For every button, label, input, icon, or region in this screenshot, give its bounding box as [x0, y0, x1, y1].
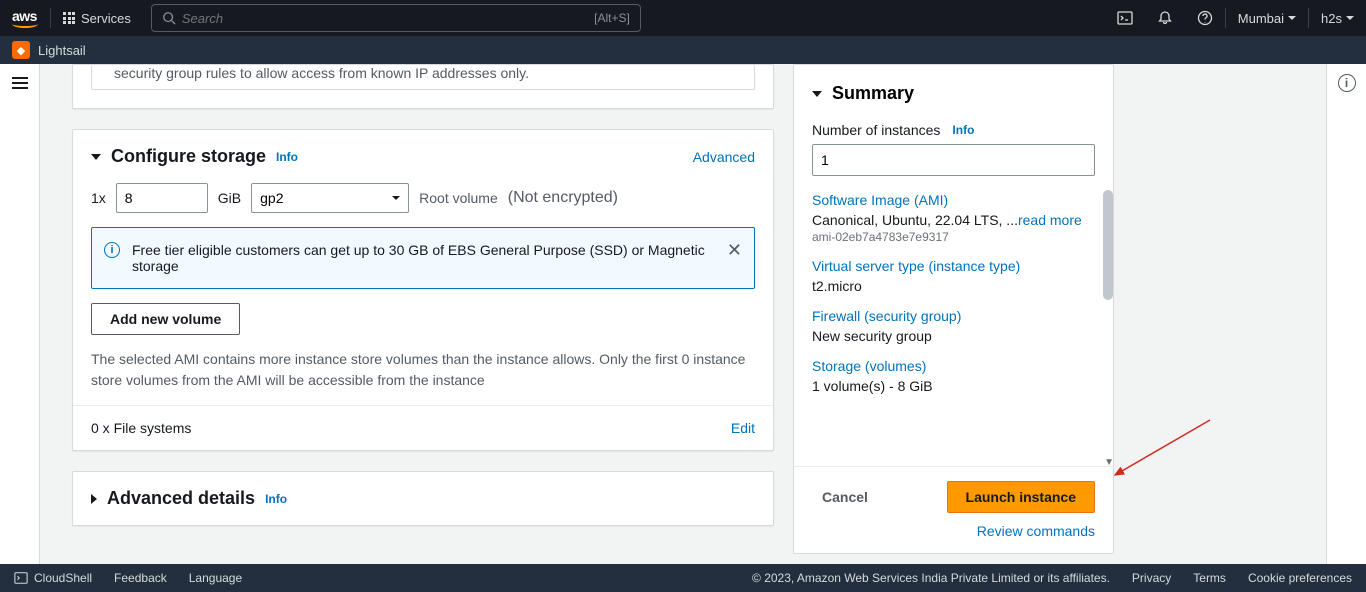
storage-value: 1 volume(s) - 8 GiB [812, 378, 1095, 394]
configure-storage-title: Configure storage [111, 146, 266, 167]
search-bar[interactable]: [Alt+S] [151, 4, 641, 32]
hamburger-icon[interactable] [12, 74, 28, 92]
right-rail: i [1326, 64, 1366, 564]
advanced-link[interactable]: Advanced [693, 149, 755, 165]
cloudshell-link[interactable]: CloudShell [14, 571, 92, 585]
firewall-value: New security group [812, 328, 1095, 344]
security-panel-truncated: security group rules to allow access fro… [72, 64, 774, 109]
help-icon[interactable] [1185, 0, 1225, 36]
free-tier-text: Free tier eligible customers can get up … [132, 242, 705, 274]
read-more-link[interactable]: read more [1018, 212, 1082, 228]
footer: CloudShell Feedback Language © 2023, Ama… [0, 564, 1366, 592]
summary-title: Summary [832, 83, 914, 104]
instance-type-link[interactable]: Virtual server type (instance type) [812, 258, 1095, 274]
add-volume-button[interactable]: Add new volume [91, 303, 240, 335]
language-link[interactable]: Language [189, 571, 242, 585]
feedback-link[interactable]: Feedback [114, 571, 167, 585]
copyright: © 2023, Amazon Web Services India Privat… [752, 571, 1110, 585]
unit-label: GiB [218, 190, 241, 206]
num-instances-label: Number of instances [812, 122, 940, 138]
top-nav: aws Services [Alt+S] Mumbai h2s [0, 0, 1366, 36]
cloudshell-icon[interactable] [1105, 0, 1145, 36]
lightsail-link[interactable]: Lightsail [38, 43, 86, 58]
scrollbar-thumb[interactable] [1103, 190, 1113, 300]
info-link[interactable]: Info [276, 150, 298, 164]
cookies-link[interactable]: Cookie preferences [1248, 571, 1352, 585]
left-rail [0, 64, 40, 564]
advanced-details-panel: Advanced details Info [72, 471, 774, 526]
encrypted-label: (Not encrypted) [508, 189, 618, 207]
filesystems-label: 0 x File systems [91, 420, 191, 436]
scroll-down-icon[interactable]: ▼ [1104, 457, 1113, 466]
caret-down-icon [1288, 16, 1296, 20]
aws-logo[interactable]: aws [0, 8, 50, 28]
ami-id: ami-02eb7a4783e7e9317 [812, 230, 1095, 244]
main-content: security group rules to allow access fro… [40, 64, 1326, 564]
storage-link[interactable]: Storage (volumes) [812, 358, 1095, 374]
instance-type-value: t2.micro [812, 278, 1095, 294]
info-icon: i [104, 242, 120, 258]
advanced-details-title: Advanced details [107, 488, 255, 509]
edit-filesystems-link[interactable]: Edit [731, 420, 755, 436]
free-tier-alert: i Free tier eligible customers can get u… [91, 227, 755, 289]
info-link[interactable]: Info [265, 492, 287, 506]
terms-link[interactable]: Terms [1193, 571, 1226, 585]
info-icon[interactable]: i [1338, 74, 1356, 92]
num-instances-input[interactable] [812, 144, 1095, 176]
search-shortcut: [Alt+S] [594, 11, 630, 25]
account-selector[interactable]: h2s [1309, 0, 1366, 36]
sub-nav: ◆ Lightsail [0, 36, 1366, 64]
services-label: Services [81, 11, 131, 26]
ami-text: Canonical, Ubuntu, 22.04 LTS, ... [812, 212, 1018, 228]
caret-down-icon [392, 196, 400, 200]
disclosure-icon[interactable] [812, 91, 822, 97]
workspace: security group rules to allow access fro… [0, 64, 1366, 564]
lightsail-icon: ◆ [12, 41, 30, 59]
grid-icon [63, 12, 75, 24]
close-icon[interactable]: ✕ [727, 240, 742, 261]
region-selector[interactable]: Mumbai [1226, 0, 1308, 36]
privacy-link[interactable]: Privacy [1132, 571, 1171, 585]
search-icon [162, 11, 176, 25]
launch-instance-button[interactable]: Launch instance [947, 481, 1095, 513]
root-volume-label: Root volume [419, 190, 498, 206]
review-commands-link[interactable]: Review commands [977, 523, 1095, 539]
storage-size-input[interactable] [116, 183, 208, 213]
search-input[interactable] [182, 11, 594, 26]
services-button[interactable]: Services [51, 11, 143, 26]
ami-link[interactable]: Software Image (AMI) [812, 192, 1095, 208]
notifications-icon[interactable] [1145, 0, 1185, 36]
cancel-button[interactable]: Cancel [822, 489, 868, 505]
caret-down-icon [1346, 16, 1354, 20]
volume-type-select[interactable]: gp2 [251, 183, 409, 213]
ami-note: The selected AMI contains more instance … [73, 349, 773, 405]
summary-panel: Summary Number of instances Info Softwar… [793, 64, 1114, 554]
security-note-text: security group rules to allow access fro… [92, 65, 754, 83]
disclosure-icon[interactable] [91, 494, 97, 504]
disclosure-icon[interactable] [91, 154, 101, 160]
info-link[interactable]: Info [952, 123, 974, 137]
multiplier-label: 1x [91, 190, 106, 206]
configure-storage-panel: Configure storage Info Advanced 1x GiB g… [72, 129, 774, 451]
firewall-link[interactable]: Firewall (security group) [812, 308, 1095, 324]
